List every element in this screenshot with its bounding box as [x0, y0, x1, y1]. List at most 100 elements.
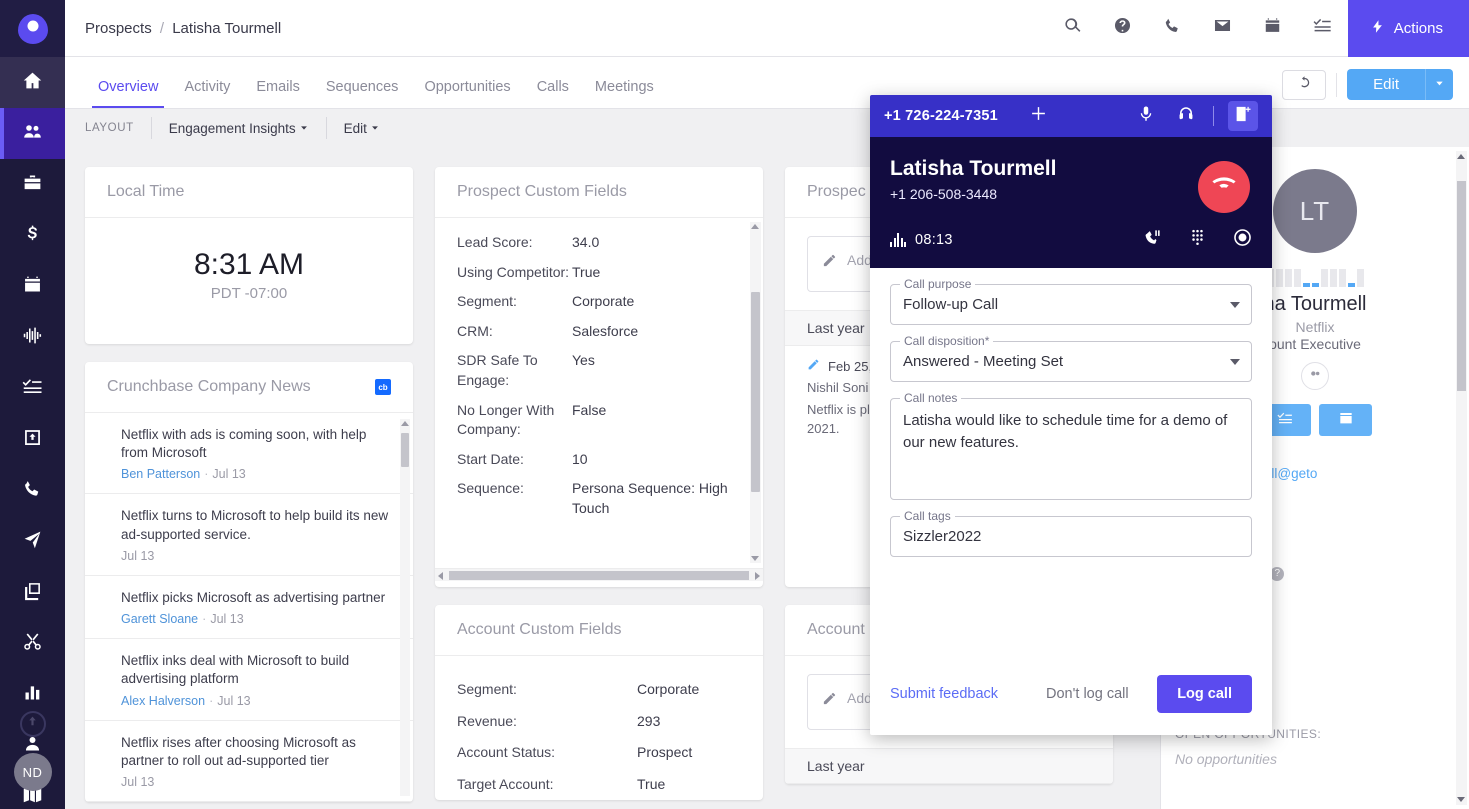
scroll-up-arrow-icon[interactable] — [751, 224, 759, 229]
news-scrollbar[interactable] — [400, 419, 410, 796]
scrollbar-thumb[interactable] — [1457, 181, 1466, 391]
hangup-button[interactable] — [1198, 161, 1250, 213]
news-author[interactable]: Garett Sloane — [121, 612, 198, 626]
help-icon[interactable]: ? — [1270, 567, 1284, 581]
scroll-right-arrow-icon[interactable] — [755, 572, 760, 580]
call-notes-textarea[interactable]: Call notes Latisha would like to schedul… — [890, 398, 1252, 500]
tasks-icon-button[interactable] — [1298, 0, 1348, 57]
field-value: True — [637, 775, 741, 795]
list-item[interactable]: Netflix with ads is coming soon, with he… — [85, 413, 413, 494]
chevron-down-icon — [1230, 302, 1240, 308]
tabs-actions: Edit — [1282, 69, 1453, 100]
add-call-button[interactable] — [1030, 105, 1047, 127]
edit-dropdown-button[interactable] — [1425, 69, 1453, 100]
tab-overview[interactable]: Overview — [85, 79, 171, 108]
mail-icon-button[interactable] — [1198, 0, 1248, 57]
sidebar-item-tasks[interactable] — [0, 363, 65, 414]
calendar-icon-button[interactable] — [1248, 0, 1298, 57]
scrollbar-thumb[interactable] — [449, 571, 749, 580]
sidebar-item-send[interactable] — [0, 516, 65, 567]
user-avatar[interactable]: ND — [14, 753, 52, 791]
dialer-status-row: 08:13 — [890, 228, 1252, 252]
search-icon-button[interactable] — [1048, 0, 1098, 57]
microphone-button[interactable] — [1133, 103, 1159, 129]
tab-calls[interactable]: Calls — [524, 79, 582, 108]
field-value: 10 — [572, 450, 733, 470]
news-author[interactable]: Ben Patterson — [121, 467, 200, 481]
briefcase-icon — [22, 172, 43, 198]
sidebar-item-conversations[interactable] — [0, 312, 65, 363]
sidebar-item-calendar[interactable] — [0, 261, 65, 312]
sidebar-item-accounts[interactable] — [0, 159, 65, 210]
list-item[interactable]: Netflix turns to Microsoft to help build… — [85, 494, 413, 575]
table-row: Target Account: True — [457, 769, 741, 801]
actions-button[interactable]: Actions — [1348, 0, 1469, 57]
help-icon-button[interactable] — [1098, 0, 1148, 57]
submit-feedback-link[interactable]: Submit feedback — [890, 686, 998, 702]
list-item[interactable]: Netflix rises after choosing Microsoft a… — [85, 721, 413, 802]
upload-button[interactable] — [20, 711, 46, 737]
call-notes-button[interactable] — [1228, 101, 1258, 131]
tab-sequences[interactable]: Sequences — [313, 79, 412, 108]
app-logo[interactable] — [0, 0, 65, 57]
scroll-left-arrow-icon[interactable] — [438, 572, 443, 580]
breadcrumb-parent[interactable]: Prospects — [85, 20, 152, 37]
list-item[interactable]: Netflix picks Microsoft as advertising p… — [85, 576, 413, 639]
tab-emails[interactable]: Emails — [243, 79, 313, 108]
field-value: 293 — [637, 712, 741, 732]
scroll-down-arrow-icon[interactable] — [751, 556, 759, 561]
news-meta: Jul 13 — [121, 775, 391, 789]
scrollbar-track — [400, 419, 410, 796]
sidebar-item-templates[interactable] — [0, 567, 65, 618]
call-tags-input[interactable]: Call tags Sizzler2022 — [890, 516, 1252, 557]
phone-icon-button[interactable] — [1148, 0, 1198, 57]
plus-icon — [1030, 109, 1047, 126]
calendar-icon — [1263, 16, 1282, 40]
field-key: Segment: — [457, 292, 572, 312]
call-tags-label: Call tags — [900, 509, 955, 523]
linkedin-icon-button[interactable] — [1301, 362, 1329, 390]
record-button[interactable] — [1233, 228, 1252, 252]
sidebar-item-calls[interactable] — [0, 465, 65, 516]
dont-log-call-button[interactable]: Don't log call — [1046, 686, 1129, 702]
field-value: Corporate — [572, 292, 733, 312]
news-date: Jul 13 — [121, 549, 154, 563]
sidebar-item-people[interactable] — [0, 108, 65, 159]
news-author[interactable]: Alex Halverson — [121, 694, 205, 708]
call-disposition-select[interactable]: Call disposition* Answered - Meeting Set — [890, 341, 1252, 382]
log-call-button[interactable]: Log call — [1157, 675, 1252, 713]
scrollbar-thumb[interactable] — [751, 292, 760, 492]
tab-opportunities[interactable]: Opportunities — [411, 79, 523, 108]
copy-icon — [22, 580, 43, 606]
scroll-up-arrow-icon[interactable] — [401, 421, 409, 426]
scrollbar-thumb[interactable] — [401, 433, 409, 467]
news-meta: Ben Patterson·Jul 13 — [121, 467, 391, 481]
hold-call-button[interactable] — [1143, 228, 1162, 252]
tab-activity[interactable]: Activity — [171, 79, 243, 108]
keypad-button[interactable] — [1188, 228, 1207, 252]
account-activity-group-header: Last year — [785, 748, 1113, 784]
record-icon — [1233, 228, 1252, 252]
add-account-note-placeholder: Add — [847, 689, 872, 709]
list-item[interactable]: Netflix inks deal with Microsoft to buil… — [85, 639, 413, 720]
sidebar-item-inbox[interactable] — [0, 414, 65, 465]
sidebar-item-deals[interactable] — [0, 210, 65, 261]
account-custom-fields-body: Segment: Corporate Revenue: 293 Account … — [435, 656, 763, 800]
refresh-button[interactable] — [1282, 70, 1326, 100]
layout-edit-dropdown[interactable]: Edit — [344, 121, 380, 136]
headset-button[interactable] — [1173, 103, 1199, 129]
dollar-icon — [22, 223, 43, 249]
edit-button[interactable]: Edit — [1347, 69, 1425, 100]
engagement-insights-dropdown[interactable]: Engagement Insights — [169, 121, 309, 136]
sidebar-item-home[interactable] — [0, 57, 65, 108]
prospect-fields-hscrollbar[interactable] — [435, 568, 763, 581]
scroll-up-arrow-icon[interactable] — [1457, 154, 1465, 159]
call-disposition-value: Answered - Meeting Set — [903, 353, 1239, 370]
call-purpose-select[interactable]: Call purpose Follow-up Call — [890, 284, 1252, 325]
schedule-meeting-button[interactable] — [1319, 404, 1372, 436]
tab-meetings[interactable]: Meetings — [582, 79, 667, 108]
prospect-fields-vscrollbar[interactable] — [750, 222, 761, 563]
right-panel-scrollbar[interactable] — [1456, 151, 1467, 805]
scroll-down-arrow-icon[interactable] — [1457, 797, 1465, 802]
sidebar-item-snippets[interactable] — [0, 618, 65, 669]
